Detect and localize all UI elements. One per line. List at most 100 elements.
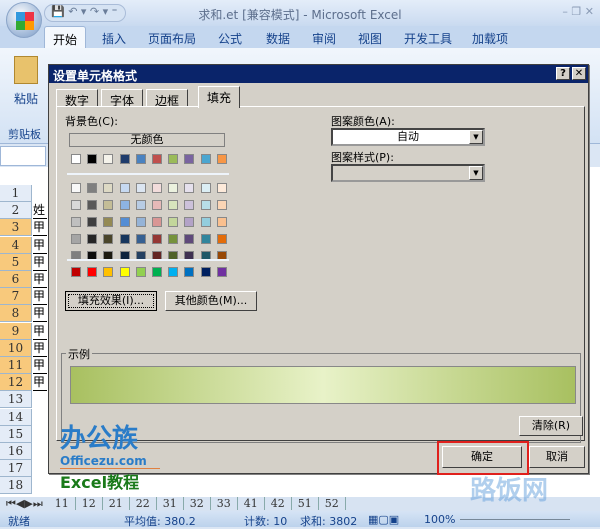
name-box[interactable] — [0, 146, 46, 166]
color-swatch[interactable] — [119, 200, 130, 210]
sheet-tab[interactable]: 11 — [49, 497, 76, 510]
color-swatch[interactable] — [71, 183, 81, 193]
ribbon-tab-insert[interactable]: 插入 — [102, 30, 126, 47]
color-swatch[interactable] — [135, 267, 146, 277]
color-swatch[interactable] — [87, 234, 98, 244]
pattern-color-select[interactable]: 自动 ▼ — [331, 128, 485, 146]
row-header[interactable]: 16 — [0, 443, 32, 460]
cell[interactable]: 甲 — [33, 340, 47, 357]
no-color-button[interactable]: 无颜色 — [69, 133, 225, 147]
chevron-down-icon[interactable]: ▼ — [469, 130, 483, 144]
row-header[interactable]: 1 — [0, 185, 32, 202]
color-swatch[interactable] — [168, 234, 179, 244]
sheet-tab[interactable]: 12 — [76, 497, 103, 510]
color-swatch[interactable] — [216, 154, 227, 164]
sheet-tab[interactable]: 52 — [319, 497, 346, 510]
sheet-tab[interactable]: 42 — [265, 497, 292, 510]
color-swatch[interactable] — [71, 267, 81, 277]
color-swatch[interactable] — [71, 200, 81, 210]
color-swatch[interactable] — [200, 183, 211, 193]
color-swatch[interactable] — [119, 217, 130, 227]
row-header[interactable]: 6 — [0, 271, 32, 288]
color-swatch[interactable] — [103, 234, 114, 244]
color-swatch[interactable] — [168, 183, 179, 193]
office-button[interactable] — [6, 2, 42, 38]
paste-button[interactable]: 粘贴 — [14, 90, 38, 107]
window-controls[interactable]: – ❐ ✕ — [562, 5, 594, 18]
color-swatch[interactable] — [135, 200, 146, 210]
color-swatch[interactable] — [152, 154, 162, 164]
color-swatch[interactable] — [135, 154, 146, 164]
row-header[interactable]: 15 — [0, 425, 32, 443]
cell[interactable]: 甲 — [33, 237, 47, 254]
ribbon-tab-addins[interactable]: 加载项 — [472, 30, 508, 47]
color-swatch[interactable] — [216, 183, 227, 193]
color-swatch[interactable] — [152, 217, 162, 227]
color-swatch[interactable] — [119, 234, 130, 244]
sheet-nav-icon[interactable]: ⏮◀▶⏭ — [0, 497, 49, 510]
row-header[interactable]: 7 — [0, 288, 32, 306]
paste-icon[interactable] — [14, 56, 38, 84]
color-swatch[interactable] — [71, 154, 81, 164]
tab-number[interactable]: 数字 — [56, 89, 99, 108]
row-header[interactable]: 18 — [0, 477, 32, 495]
color-swatch[interactable] — [119, 267, 130, 277]
color-swatch[interactable] — [87, 217, 98, 227]
sheet-tab[interactable]: 32 — [184, 497, 211, 510]
color-swatch[interactable] — [184, 200, 195, 210]
color-swatch[interactable] — [168, 217, 179, 227]
fill-effects-button[interactable]: 填充效果(I)... — [65, 291, 157, 311]
ribbon-tab-home[interactable]: 开始 — [44, 26, 86, 48]
color-swatch[interactable] — [87, 267, 98, 277]
row-header[interactable]: 3 — [0, 219, 32, 237]
tab-fill[interactable]: 填充 — [198, 86, 241, 108]
color-swatch[interactable] — [184, 154, 195, 164]
cell[interactable]: 甲 — [33, 323, 47, 340]
ribbon-tab-developer[interactable]: 开发工具 — [404, 30, 452, 47]
color-swatch[interactable] — [216, 234, 227, 244]
close-button[interactable]: ✕ — [572, 67, 586, 80]
color-swatch[interactable] — [87, 183, 98, 193]
color-swatch[interactable] — [103, 200, 114, 210]
ribbon-tab-formulas[interactable]: 公式 — [218, 30, 242, 47]
ribbon-tab-view[interactable]: 视图 — [358, 30, 382, 47]
ribbon-tab-page-layout[interactable]: 页面布局 — [148, 30, 196, 47]
cell[interactable]: 甲 — [33, 374, 47, 392]
color-swatch[interactable] — [87, 200, 98, 210]
color-swatch[interactable] — [87, 154, 98, 164]
row-header[interactable]: 2 — [0, 202, 32, 220]
color-swatch[interactable] — [168, 200, 179, 210]
color-swatch[interactable] — [135, 217, 146, 227]
color-swatch[interactable] — [135, 234, 146, 244]
sheet-tab[interactable]: 33 — [211, 497, 238, 510]
ribbon-tab-data[interactable]: 数据 — [266, 30, 290, 47]
help-button[interactable]: ? — [556, 67, 570, 80]
color-swatch[interactable] — [135, 183, 146, 193]
row-header[interactable]: 13 — [0, 391, 32, 409]
color-swatch[interactable] — [152, 267, 162, 277]
color-swatch[interactable] — [119, 154, 130, 164]
cell[interactable]: 姓 — [33, 202, 47, 220]
color-swatch[interactable] — [103, 217, 114, 227]
color-swatch[interactable] — [168, 154, 179, 164]
color-swatch[interactable] — [103, 183, 114, 193]
color-swatch[interactable] — [71, 234, 81, 244]
color-swatch[interactable] — [184, 183, 195, 193]
cell[interactable]: 甲 — [33, 357, 47, 374]
row-header[interactable]: 10 — [0, 339, 32, 357]
color-swatch[interactable] — [103, 267, 114, 277]
color-swatch[interactable] — [184, 267, 195, 277]
color-swatch[interactable] — [71, 217, 81, 227]
color-swatch[interactable] — [119, 183, 130, 193]
zoom-slider[interactable] — [460, 519, 570, 520]
tab-border[interactable]: 边框 — [146, 89, 189, 108]
cell[interactable]: 甲 — [33, 305, 47, 323]
sheet-tab[interactable]: 31 — [157, 497, 184, 510]
color-swatch[interactable] — [216, 267, 227, 277]
ribbon-tab-review[interactable]: 审阅 — [312, 30, 336, 47]
sheet-tab[interactable]: 41 — [238, 497, 265, 510]
row-header[interactable]: 8 — [0, 305, 32, 323]
color-swatch[interactable] — [216, 217, 227, 227]
cell[interactable]: 甲 — [33, 219, 47, 237]
color-swatch[interactable] — [216, 200, 227, 210]
